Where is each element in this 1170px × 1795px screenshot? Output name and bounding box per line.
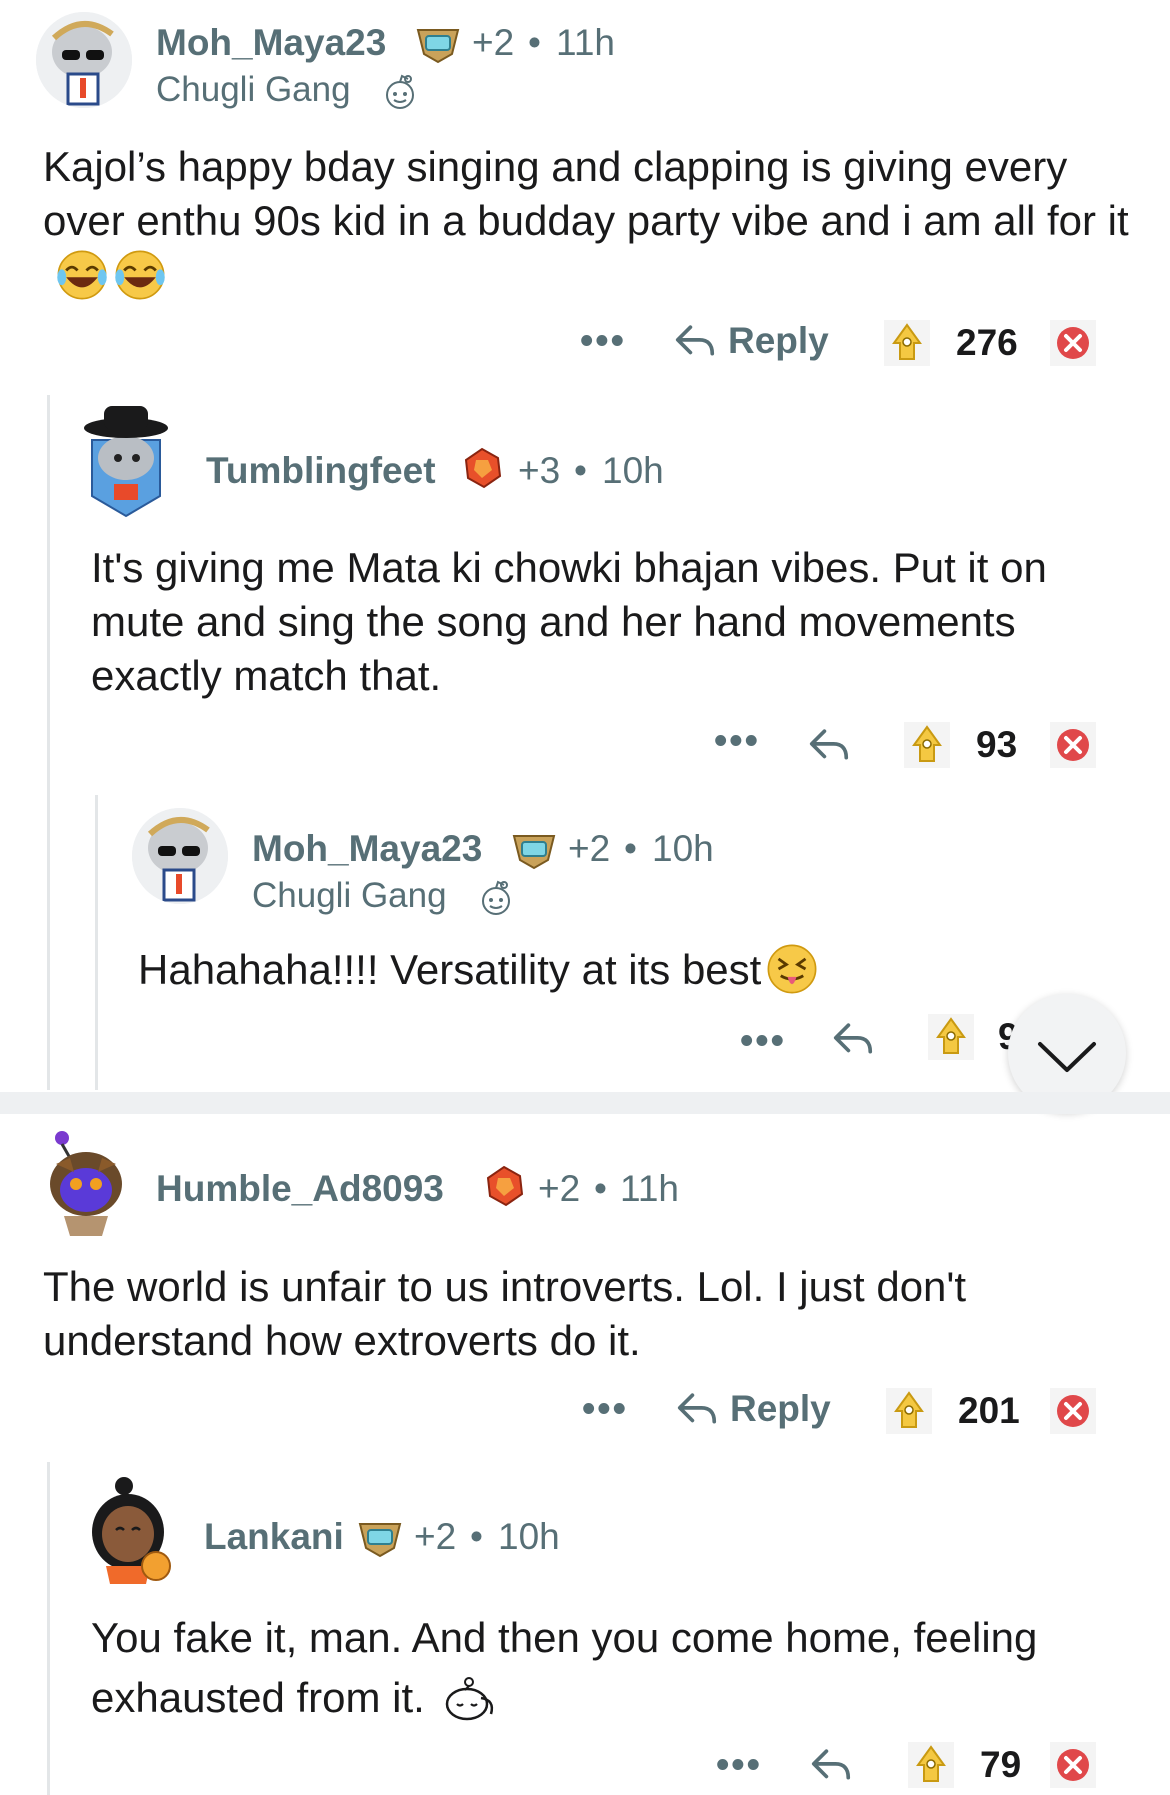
- comment-body: Hahahaha!!!! Versatility at its best: [138, 942, 1038, 997]
- vote-count: 93: [976, 724, 1018, 765]
- avatar-image: [92, 1477, 171, 1584]
- thread-divider: [0, 1092, 1170, 1114]
- comment-body: Kajol’s happy bday singing and clapping …: [43, 140, 1133, 303]
- award-count: +2: [538, 1168, 581, 1209]
- upvote-button[interactable]: [886, 1388, 932, 1434]
- laughing-emoji-icon: [55, 248, 109, 302]
- username[interactable]: Moh_Maya23: [252, 828, 482, 870]
- upvote-button[interactable]: [928, 1014, 974, 1060]
- more-options-button[interactable]: •••: [580, 320, 626, 363]
- upvote-button[interactable]: [904, 722, 950, 768]
- comment-time: 10h: [652, 828, 714, 869]
- comment-time: 10h: [498, 1516, 560, 1557]
- snoo-icon: [380, 72, 420, 112]
- reply-label: Reply: [728, 320, 829, 361]
- vote-count: 201: [958, 1390, 1020, 1431]
- username[interactable]: Moh_Maya23: [156, 22, 386, 64]
- meta-separator: •: [594, 1168, 607, 1209]
- comment-text: Kajol’s happy bday singing and clapping …: [43, 143, 1129, 244]
- comment-body: It's giving me Mata ki chowki bhajan vib…: [91, 541, 1091, 703]
- comment-time: 10h: [602, 450, 664, 491]
- avatar[interactable]: [36, 12, 132, 108]
- award-count: +2: [472, 22, 515, 63]
- avatar[interactable]: [78, 400, 174, 520]
- avatar-image: [84, 406, 168, 518]
- reply-arrow-icon: [674, 1386, 720, 1432]
- more-options-button[interactable]: •••: [714, 720, 760, 763]
- avatar[interactable]: [36, 1128, 132, 1238]
- reply-button[interactable]: [808, 1742, 854, 1788]
- reply-arrow-icon: [672, 318, 718, 364]
- downvote-button[interactable]: [1050, 320, 1096, 366]
- username[interactable]: Tumblingfeet: [206, 450, 436, 492]
- tongue-emoji-icon: [765, 942, 819, 996]
- award-icon[interactable]: [510, 830, 558, 870]
- avatar-image: [36, 12, 132, 108]
- comment-text: The world is unfair to us introverts. Lo…: [43, 1263, 967, 1364]
- upvote-button[interactable]: [884, 320, 930, 366]
- more-options-button[interactable]: •••: [740, 1020, 786, 1063]
- upvote-button[interactable]: [908, 1742, 954, 1788]
- comment-body: The world is unfair to us introverts. Lo…: [43, 1260, 1133, 1368]
- avatar-image: [50, 1131, 122, 1236]
- comment-text: It's giving me Mata ki chowki bhajan vib…: [91, 544, 1047, 699]
- thread-line[interactable]: [47, 1462, 50, 1795]
- comment-body: You fake it, man. And then you come home…: [91, 1608, 1091, 1728]
- downvote-button[interactable]: [1050, 1742, 1096, 1788]
- user-flair: Chugli Gang: [252, 876, 447, 915]
- reply-button[interactable]: [806, 722, 852, 768]
- avatar-image: [132, 808, 228, 904]
- reply-button[interactable]: Reply: [674, 1386, 831, 1432]
- comment-text: Hahahaha!!!! Versatility at its best: [138, 946, 762, 993]
- vote-count: 276: [956, 322, 1018, 363]
- award-count: +2: [568, 828, 611, 869]
- meta-separator: •: [470, 1516, 483, 1557]
- avatar[interactable]: [84, 1474, 180, 1584]
- user-flair: Chugli Gang: [156, 70, 351, 109]
- award-icon[interactable]: [460, 446, 504, 490]
- laughing-emoji-icon: [113, 248, 167, 302]
- comment-time: 11h: [620, 1168, 679, 1209]
- comment-text: You fake it, man. And then you come home…: [91, 1614, 1038, 1721]
- thread-line[interactable]: [95, 795, 98, 1090]
- reply-button[interactable]: Reply: [672, 318, 829, 364]
- award-icon[interactable]: [356, 1518, 404, 1558]
- avatar[interactable]: [132, 808, 228, 904]
- award-count: +3: [518, 450, 561, 491]
- award-count: +2: [414, 1516, 457, 1557]
- thread-line[interactable]: [47, 395, 50, 1090]
- meta-separator: •: [528, 22, 541, 63]
- sleepy-snoo-icon: [439, 1674, 499, 1726]
- vote-count: 79: [980, 1744, 1022, 1785]
- snoo-icon: [476, 878, 516, 918]
- reply-button[interactable]: [830, 1016, 876, 1062]
- award-icon[interactable]: [482, 1164, 526, 1208]
- downvote-button[interactable]: [1050, 1388, 1096, 1434]
- more-options-button[interactable]: •••: [582, 1388, 628, 1431]
- award-icon[interactable]: [414, 24, 462, 64]
- username[interactable]: Lankani: [204, 1516, 344, 1558]
- comment-time: 11h: [556, 22, 615, 63]
- meta-separator: •: [624, 828, 637, 869]
- meta-separator: •: [574, 450, 587, 491]
- downvote-button[interactable]: [1050, 722, 1096, 768]
- reply-label: Reply: [730, 1388, 831, 1429]
- username[interactable]: Humble_Ad8093: [156, 1168, 444, 1210]
- more-options-button[interactable]: •••: [716, 1744, 762, 1787]
